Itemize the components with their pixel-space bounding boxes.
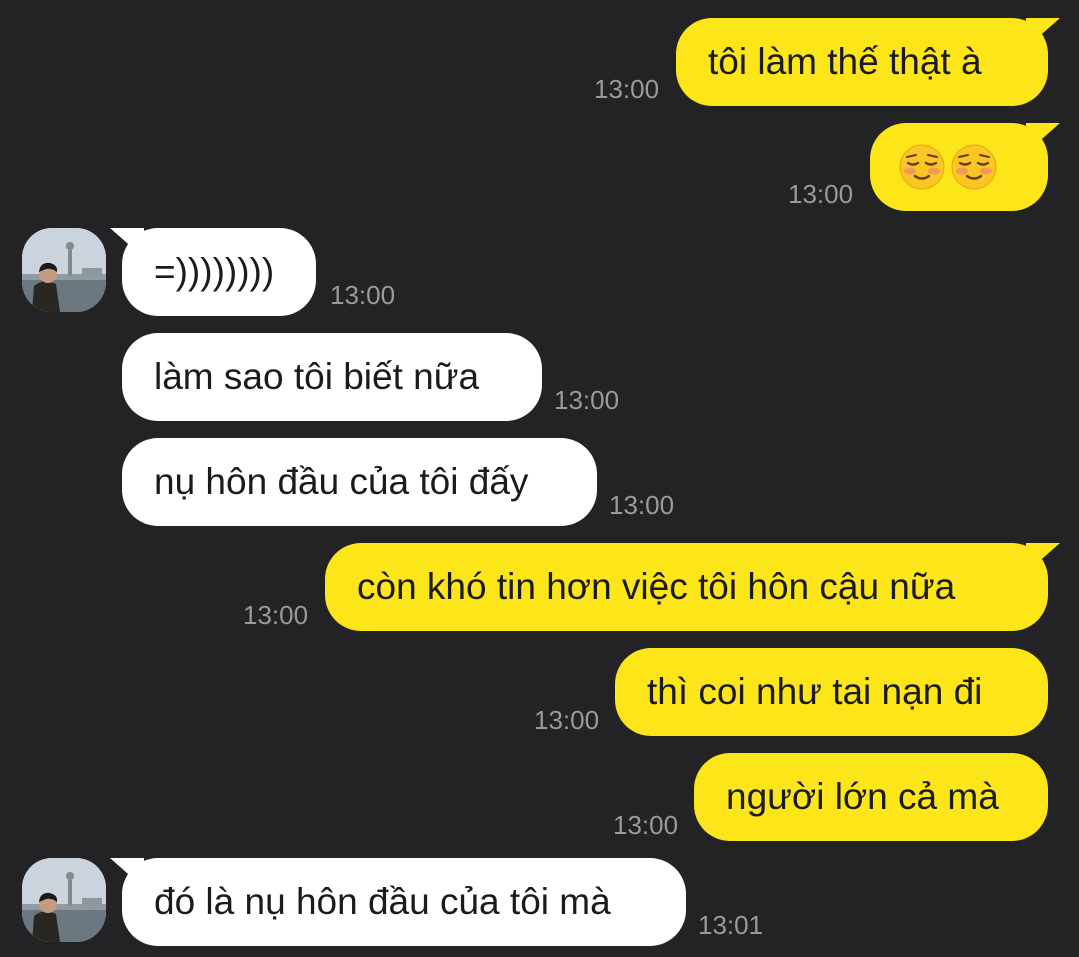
message-bubble-incoming[interactable]: nụ hôn đầu của tôi đấy	[122, 438, 597, 526]
message-text: tôi làm thế thật à	[708, 41, 982, 82]
bubble-tail	[1026, 123, 1060, 153]
message-timestamp: 13:01	[698, 910, 764, 940]
message-bubble-outgoing[interactable]: người lớn cả mà	[694, 753, 1048, 841]
bubble-tail	[1026, 543, 1060, 573]
smiling-blush-emoji	[951, 144, 997, 190]
message-bubble-incoming[interactable]: =))))))))	[110, 228, 316, 316]
message-bubble-incoming[interactable]: làm sao tôi biết nữa	[122, 333, 542, 421]
profile-photo-image	[22, 858, 106, 942]
message-bubble-outgoing[interactable]	[870, 123, 1060, 211]
message-timestamp: 13:00	[594, 74, 660, 104]
message-timestamp: 13:00	[788, 179, 854, 209]
message-bubble-outgoing[interactable]: thì coi như tai nạn đi	[615, 648, 1048, 736]
message-text: đó là nụ hôn đầu của tôi mà	[154, 881, 611, 922]
message-text: người lớn cả mà	[726, 776, 999, 817]
avatar[interactable]	[22, 858, 106, 942]
message-bubble-outgoing[interactable]: còn khó tin hơn việc tôi hôn cậu nữa	[325, 543, 1060, 631]
bubble-tail	[110, 858, 144, 888]
message-timestamp: 13:00	[534, 705, 600, 735]
message-timestamp: 13:00	[330, 280, 396, 310]
bubble-tail	[110, 228, 144, 258]
avatar[interactable]	[22, 228, 106, 312]
chat-thread[interactable]: 13:00 tôi làm thế thật à 13:00 =))))))))…	[0, 0, 1079, 957]
profile-photo-image	[22, 228, 106, 312]
message-bubble-outgoing[interactable]: tôi làm thế thật à	[676, 18, 1060, 106]
smiling-blush-emoji	[899, 144, 945, 190]
message-timestamp: 13:00	[554, 385, 620, 415]
message-timestamp: 13:00	[609, 490, 675, 520]
message-timestamp: 13:00	[613, 810, 679, 840]
message-text: thì coi như tai nạn đi	[647, 671, 983, 712]
message-timestamp: 13:00	[243, 600, 309, 630]
message-text: làm sao tôi biết nữa	[154, 356, 480, 397]
message-text: nụ hôn đầu của tôi đấy	[154, 461, 529, 502]
message-text: còn khó tin hơn việc tôi hôn cậu nữa	[357, 566, 956, 607]
message-text: =))))))))	[154, 251, 275, 292]
message-bubble-incoming[interactable]: đó là nụ hôn đầu của tôi mà	[110, 858, 686, 946]
bubble-tail	[1026, 18, 1060, 48]
